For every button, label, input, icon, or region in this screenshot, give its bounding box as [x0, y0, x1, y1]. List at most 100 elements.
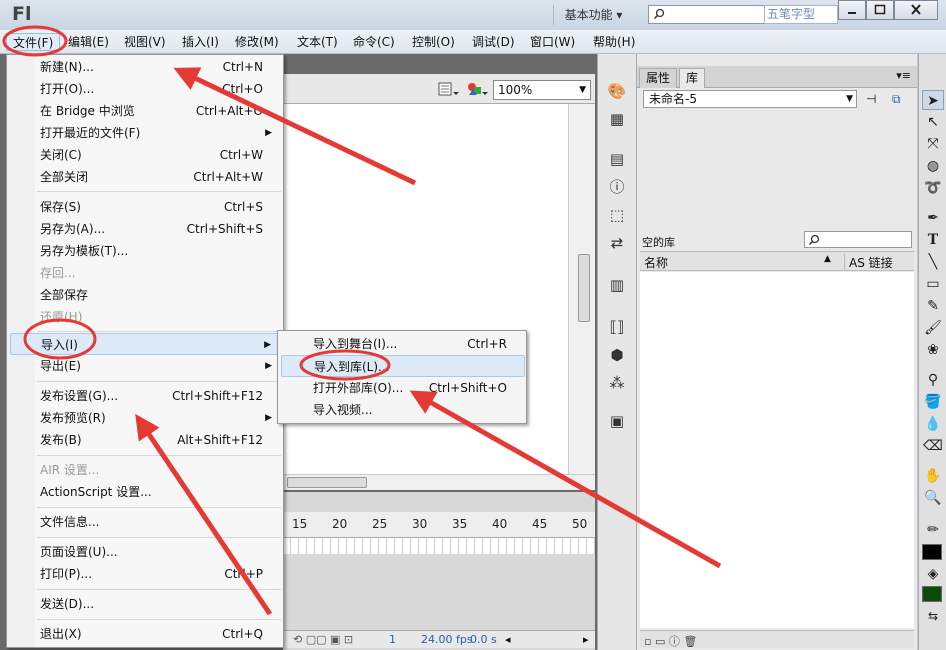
rectangle-tool-icon[interactable]: ▭ — [922, 274, 944, 294]
menu-item-open[interactable]: 打开(O)... Ctrl+O — [10, 78, 280, 100]
panel-menu-icon[interactable]: ▾≡ — [896, 69, 911, 82]
3d-rotation-tool-icon[interactable]: ◍ — [922, 156, 944, 176]
menu-window[interactable]: 窗口(W) — [530, 33, 575, 51]
info-icon[interactable]: ⓘ — [606, 176, 628, 198]
pencil-tool-icon[interactable]: ✎ — [922, 296, 944, 316]
stroke-color-icon[interactable]: ✏ — [922, 520, 944, 540]
edit-symbols-icon[interactable] — [465, 79, 489, 99]
menu-item-file-info[interactable]: 文件信息... — [10, 511, 280, 533]
scroll-right-icon[interactable]: ▸ — [583, 633, 589, 646]
new-library-panel-icon[interactable]: ⧉ — [892, 92, 901, 107]
timeline-ruler[interactable]: 15 20 25 30 35 40 45 50 — [283, 512, 595, 538]
menu-item-page-setup[interactable]: 页面设置(U)... — [10, 541, 280, 563]
tab-library[interactable]: 库 — [679, 68, 706, 88]
components-icon[interactable]: ▥ — [606, 274, 628, 296]
menu-item-send[interactable]: 发送(D)... — [10, 593, 280, 615]
project-icon[interactable]: ▣ — [606, 410, 628, 432]
fill-color-swatch[interactable] — [922, 586, 942, 602]
pin-icon[interactable]: ⊣ — [866, 92, 876, 106]
menu-item-open-external-library[interactable]: 打开外部库(O)... Ctrl+Shift+O — [281, 377, 525, 399]
menu-item-publish-settings[interactable]: 发布设置(G)... Ctrl+Shift+F12 — [10, 385, 280, 407]
edit-scene-icon[interactable] — [437, 80, 459, 98]
workspace-switcher[interactable]: 基本功能 ▾ — [553, 5, 633, 25]
zoom-select[interactable]: 100% ▼ — [493, 80, 591, 100]
menu-item-publish[interactable]: 发布(B) Alt+Shift+F12 — [10, 429, 280, 451]
menu-item-save[interactable]: 保存(S) Ctrl+S — [10, 196, 280, 218]
close-button[interactable] — [894, 0, 938, 20]
menu-item-save-all[interactable]: 全部保存 — [10, 284, 280, 306]
swap-colors-icon[interactable]: ⇆ — [922, 606, 944, 626]
stroke-color-swatch[interactable] — [922, 544, 942, 560]
menu-item-print[interactable]: 打印(P)... Ctrl+P — [10, 563, 280, 585]
tab-properties[interactable]: 属性 — [639, 68, 678, 88]
menu-modify[interactable]: 修改(M) — [235, 33, 279, 51]
zoom-tool-icon[interactable]: 🔍 — [922, 488, 944, 508]
pen-tool-icon[interactable]: ✒ — [922, 208, 944, 228]
library-actions-icons[interactable]: ▫ ▭ ⓘ 🗑 — [644, 633, 697, 649]
subselection-tool-icon[interactable]: ↖ — [922, 112, 944, 132]
align-icon[interactable]: ▤ — [606, 148, 628, 170]
motion-presets-icon[interactable]: ⇄ — [606, 232, 628, 254]
sort-up-icon[interactable]: ▲ — [824, 254, 831, 264]
menu-insert[interactable]: 插入(I) — [182, 33, 219, 51]
hand-tool-icon[interactable]: ✋ — [922, 466, 944, 486]
menu-item-export[interactable]: 导出(E) ▶ — [10, 355, 280, 377]
menu-commands[interactable]: 命令(C) — [353, 33, 395, 51]
menu-control[interactable]: 控制(O) — [412, 33, 455, 51]
minimize-button[interactable] — [838, 0, 866, 20]
menu-debug[interactable]: 调试(D) — [472, 33, 515, 51]
menu-item-publish-preview[interactable]: 发布预览(R) ▶ — [10, 407, 280, 429]
vertical-scrollbar[interactable] — [568, 104, 595, 474]
bone-tool-icon[interactable]: ⚲ — [922, 370, 944, 390]
components-inspector-icon[interactable]: ⬢ — [606, 344, 628, 366]
panel-tabs: 属性 库 ▾≡ — [637, 66, 917, 88]
menu-item-close-all[interactable]: 全部关闭 Ctrl+Alt+W — [10, 166, 280, 188]
color-icon[interactable]: 🎨 — [606, 80, 628, 102]
lasso-tool-icon[interactable]: ➰ — [922, 178, 944, 198]
column-linkage[interactable]: AS 链接 — [844, 254, 893, 271]
maximize-button[interactable] — [866, 0, 894, 20]
paint-bucket-tool-icon[interactable]: 🪣 — [922, 392, 944, 412]
menu-file[interactable]: 文件(F) — [6, 33, 61, 51]
library-item-list[interactable] — [640, 272, 914, 628]
menu-item-new[interactable]: 新建(N)... Ctrl+N — [10, 56, 280, 78]
menu-item-browse-bridge[interactable]: 在 Bridge 中浏览 Ctrl+Alt+O — [10, 100, 280, 122]
menu-edit[interactable]: 编辑(E) — [68, 33, 109, 51]
menu-item-actionscript-settings[interactable]: ActionScript 设置... — [10, 481, 280, 503]
help-search-input[interactable] — [648, 5, 766, 24]
text-tool-icon[interactable]: T — [922, 230, 944, 250]
actions-icon[interactable]: ⟦⟧ — [606, 316, 628, 338]
behaviors-icon[interactable]: ⁂ — [606, 372, 628, 394]
hscroll-thumb[interactable] — [287, 477, 367, 488]
scroll-left-icon[interactable]: ◂ — [505, 633, 511, 646]
line-tool-icon[interactable]: ╲ — [922, 252, 944, 272]
selection-tool-icon[interactable]: ➤ — [922, 90, 944, 110]
menu-item-import-to-stage[interactable]: 导入到舞台(I)... Ctrl+R — [281, 333, 525, 355]
menu-item-exit[interactable]: 退出(X) Ctrl+Q — [10, 623, 280, 645]
deco-tool-icon[interactable]: ❀ — [922, 340, 944, 360]
menu-item-import[interactable]: 导入(I) ▶ — [10, 333, 280, 355]
fill-color-icon[interactable]: ◈ — [922, 564, 944, 584]
menu-item-import-video[interactable]: 导入视频... — [281, 399, 525, 421]
menu-item-import-to-library[interactable]: 导入到库(L)... — [281, 355, 525, 377]
menu-view[interactable]: 视图(V) — [124, 33, 166, 51]
menu-item-save-as[interactable]: 另存为(A)... Ctrl+Shift+S — [10, 218, 280, 240]
library-search-input[interactable] — [804, 231, 912, 248]
horizontal-scrollbar[interactable] — [283, 474, 595, 490]
menu-item-open-recent[interactable]: 打开最近的文件(F) ▶ — [10, 122, 280, 144]
brush-tool-icon[interactable]: 🖌 — [922, 318, 944, 338]
menu-item-save-as-template[interactable]: 另存为模板(T)... — [10, 240, 280, 262]
free-transform-tool-icon[interactable]: ⤧ — [922, 134, 944, 154]
transform-icon[interactable]: ⬚ — [606, 204, 628, 226]
swatches-icon[interactable]: ▦ — [606, 108, 628, 130]
onion-skin-icons[interactable]: ⟲ ▢▢ ▣ ⊡ — [293, 633, 353, 646]
scroll-thumb[interactable] — [578, 254, 590, 322]
menu-help[interactable]: 帮助(H) — [593, 33, 635, 51]
menu-item-close[interactable]: 关闭(C) Ctrl+W — [10, 144, 280, 166]
eraser-tool-icon[interactable]: ⌫ — [922, 436, 944, 456]
library-document-select[interactable]: 未命名-5 ▼ — [643, 90, 857, 108]
menu-text[interactable]: 文本(T) — [297, 33, 338, 51]
column-name[interactable]: 名称 — [644, 254, 668, 271]
eyedropper-tool-icon[interactable]: 💧 — [922, 414, 944, 434]
timeline-frames[interactable] — [283, 538, 595, 554]
